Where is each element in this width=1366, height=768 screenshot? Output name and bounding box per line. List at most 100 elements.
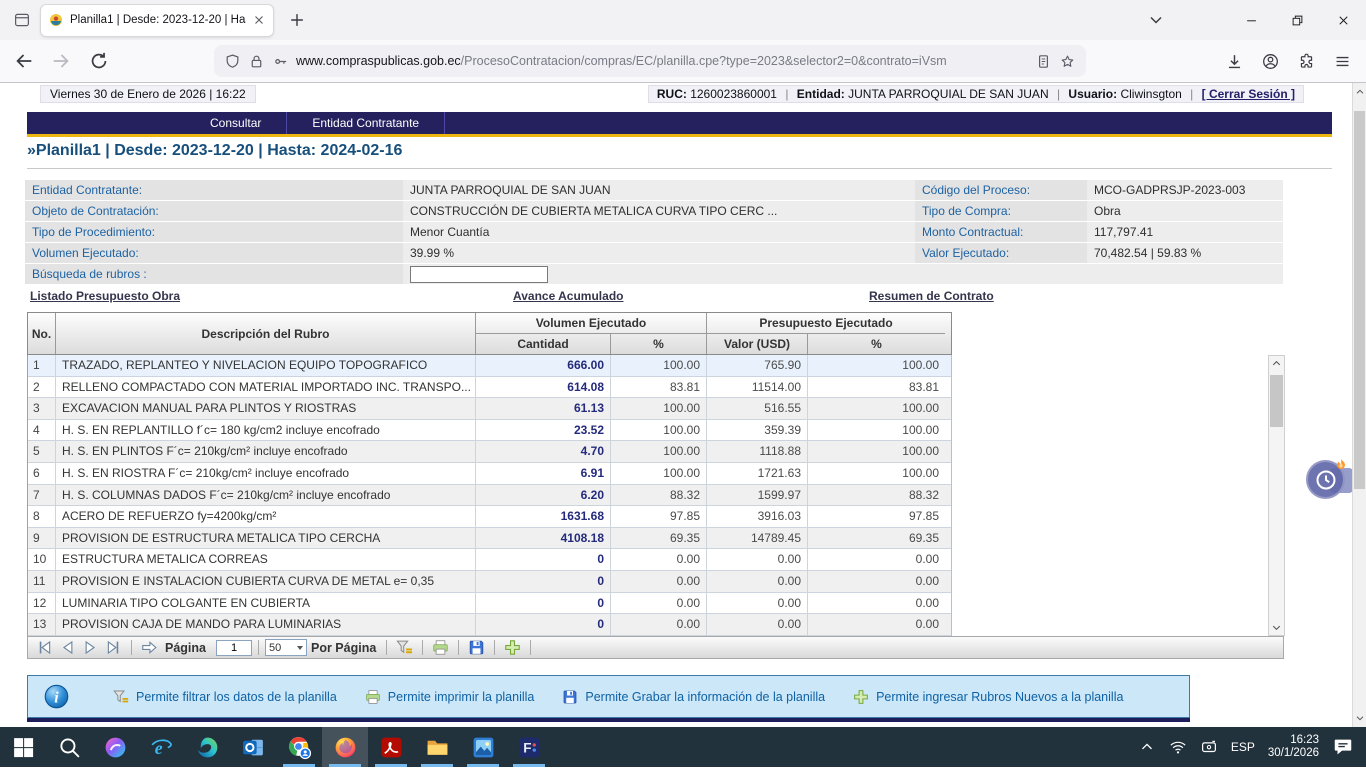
download-icon[interactable] (1225, 52, 1244, 71)
cell-volumen-pct: 100.00 (610, 441, 706, 462)
fsc-app-icon[interactable]: F (506, 727, 552, 767)
rubros-search-input[interactable] (410, 266, 548, 283)
first-page-icon[interactable] (35, 638, 54, 657)
cell-cantidad: 61.13 (475, 398, 610, 419)
taskbar-clock[interactable]: 16:23 30/1/2026 (1268, 734, 1319, 760)
col-header-volumen-pct: % (610, 334, 706, 354)
page-scroll-down-icon[interactable] (1353, 711, 1366, 725)
help-legend-bar: i Permite filtrar los datos de la planil… (27, 675, 1190, 718)
start-icon[interactable] (0, 727, 46, 767)
nav-item-consultar[interactable]: Consultar (185, 112, 287, 134)
page-scrollbar[interactable] (1352, 83, 1366, 727)
copilot-icon[interactable] (92, 727, 138, 767)
table-scrollbar-thumb[interactable] (1270, 375, 1283, 427)
windows-taskbar: e F ESP 16:23 30/1/2026 (0, 727, 1366, 767)
cell-presupuesto-pct: 100.00 (807, 463, 945, 484)
pagina-label: Página (165, 641, 206, 655)
restore-button[interactable] (1274, 0, 1320, 40)
save-icon[interactable] (467, 638, 486, 657)
prev-page-icon[interactable] (58, 638, 77, 657)
cell-volumen-pct: 83.81 (610, 377, 706, 398)
tray-chevron-up-icon[interactable] (1138, 738, 1156, 756)
tabs-list-chevron-icon[interactable] (1146, 10, 1166, 30)
add-row-icon[interactable] (503, 638, 522, 657)
table-row[interactable]: 5H. S. EN PLINTOS F´c= 210kg/cm² incluye… (28, 441, 951, 463)
cell-presupuesto-pct: 100.00 (807, 355, 945, 376)
table-row[interactable]: 6H. S. EN RIOSTRA F´c= 210kg/cm² incluye… (28, 463, 951, 485)
notification-icon[interactable] (1332, 736, 1354, 758)
goto-page-icon[interactable] (140, 638, 159, 657)
table-row[interactable]: 12LUMINARIA TIPO COLGANTE EN CUBIERTA00.… (28, 593, 951, 615)
cell-descripcion: ACERO DE REFUERZO fy=4200kg/cm² (55, 506, 475, 527)
table-row[interactable]: 4H. S. EN REPLANTILLO f´c= 180 kg/cm2 in… (28, 420, 951, 442)
acrobat-icon[interactable] (368, 727, 414, 767)
minimize-button[interactable] (1228, 0, 1274, 40)
table-row[interactable]: 8ACERO DE REFUERZO fy=4200kg/cm²1631.689… (28, 506, 951, 528)
account-icon[interactable] (1261, 52, 1280, 71)
table-scroll-up-icon[interactable] (1269, 356, 1284, 371)
table-row[interactable]: 2RELLENO COMPACTADO CON MATERIAL IMPORTA… (28, 377, 951, 399)
table-row[interactable]: 13PROVISION CAJA DE MANDO PARA LUMINARIA… (28, 614, 951, 636)
print-icon[interactable] (431, 638, 450, 657)
filter-icon[interactable] (395, 638, 414, 657)
menu-icon[interactable] (1333, 52, 1352, 71)
cell-no: 13 (28, 614, 55, 635)
system-tray: ESP 16:23 30/1/2026 (1138, 727, 1366, 767)
extensions-icon[interactable] (1297, 52, 1316, 71)
table-scrollbar[interactable] (1268, 355, 1285, 636)
outlook-icon[interactable] (230, 727, 276, 767)
forward-icon[interactable] (50, 50, 72, 72)
address-bar[interactable]: www.compraspublicas.gob.ec/ProcesoContra… (214, 45, 1086, 77)
help-item: Permite Grabar la información de la plan… (561, 688, 825, 706)
table-row[interactable]: 9PROVISION DE ESTRUCTURA METALICA TIPO C… (28, 528, 951, 550)
cell-descripcion: LUMINARIA TIPO COLGANTE EN CUBIERTA (55, 593, 475, 614)
photos-icon[interactable] (460, 727, 506, 767)
reload-icon[interactable] (88, 50, 110, 72)
logout-link[interactable]: [ Cerrar Sesión ] (1202, 87, 1295, 101)
cell-descripcion: H. S. EN REPLANTILLO f´c= 180 kg/cm2 inc… (55, 420, 475, 441)
explorer-icon[interactable] (414, 727, 460, 767)
page-scrollbar-thumb[interactable] (1354, 111, 1365, 489)
url-text: www.compraspublicas.gob.ec/ProcesoContra… (296, 54, 1028, 68)
close-tab-icon[interactable] (252, 13, 266, 27)
edge-icon[interactable] (184, 727, 230, 767)
nav-item-entidad-contratante[interactable]: Entidad Contratante (287, 112, 445, 134)
reader-mode-icon[interactable] (1035, 53, 1052, 70)
page-scroll-up-icon[interactable] (1353, 85, 1366, 99)
table-row[interactable]: 10ESTRUCTURA METALICA CORREAS00.000.000.… (28, 549, 951, 571)
chrome-icon[interactable] (276, 727, 322, 767)
browser-tab[interactable]: Planilla1 | Desde: 2023-12-20 | Hasta: 2… (41, 5, 273, 36)
language-indicator[interactable]: ESP (1231, 740, 1255, 754)
firefox-icon[interactable] (322, 727, 368, 767)
permissions-icon[interactable] (272, 53, 289, 70)
link-listado-presupuesto-obra[interactable]: Listado Presupuesto Obra (30, 289, 180, 303)
cast-icon[interactable] (1200, 738, 1218, 756)
last-page-icon[interactable] (104, 638, 123, 657)
link-resumen-de-contrato[interactable]: Resumen de Contrato (869, 289, 994, 303)
table-row[interactable]: 3EXCAVACION MANUAL PARA PLINTOS Y RIOSTR… (28, 398, 951, 420)
close-window-button[interactable] (1320, 0, 1366, 40)
table-row[interactable]: 1TRAZADO, REPLANTEO Y NIVELACION EQUIPO … (28, 355, 951, 377)
chevron-down-icon (297, 646, 303, 650)
firefox-view-icon[interactable] (9, 7, 35, 33)
ie-icon[interactable]: e (138, 727, 184, 767)
search-icon[interactable] (46, 727, 92, 767)
lock-icon[interactable] (248, 53, 265, 70)
link-avance-acumulado[interactable]: Avance Acumulado (513, 289, 623, 303)
table-row[interactable]: 7H. S. COLUMNAS DADOS F´c= 210kg/cm² inc… (28, 485, 951, 507)
page-number-input[interactable] (216, 640, 252, 656)
help-item: Permite filtrar los datos de la planilla (112, 688, 337, 706)
wifi-icon[interactable] (1169, 738, 1187, 756)
col-header-presupuesto-pct: % (807, 334, 945, 354)
cell-cantidad: 4.70 (475, 441, 610, 462)
bookmark-star-icon[interactable] (1059, 53, 1076, 70)
cell-valor-usd: 1721.63 (706, 463, 807, 484)
shield-icon[interactable] (224, 53, 241, 70)
next-page-icon[interactable] (81, 638, 100, 657)
table-row[interactable]: 11PROVISION E INSTALACION CUBIERTA CURVA… (28, 571, 951, 593)
timer-widget-button[interactable] (1306, 460, 1345, 499)
back-icon[interactable] (13, 50, 35, 72)
table-scroll-down-icon[interactable] (1269, 620, 1284, 635)
new-tab-icon[interactable] (287, 10, 307, 30)
per-page-select[interactable]: 50 (265, 639, 307, 656)
